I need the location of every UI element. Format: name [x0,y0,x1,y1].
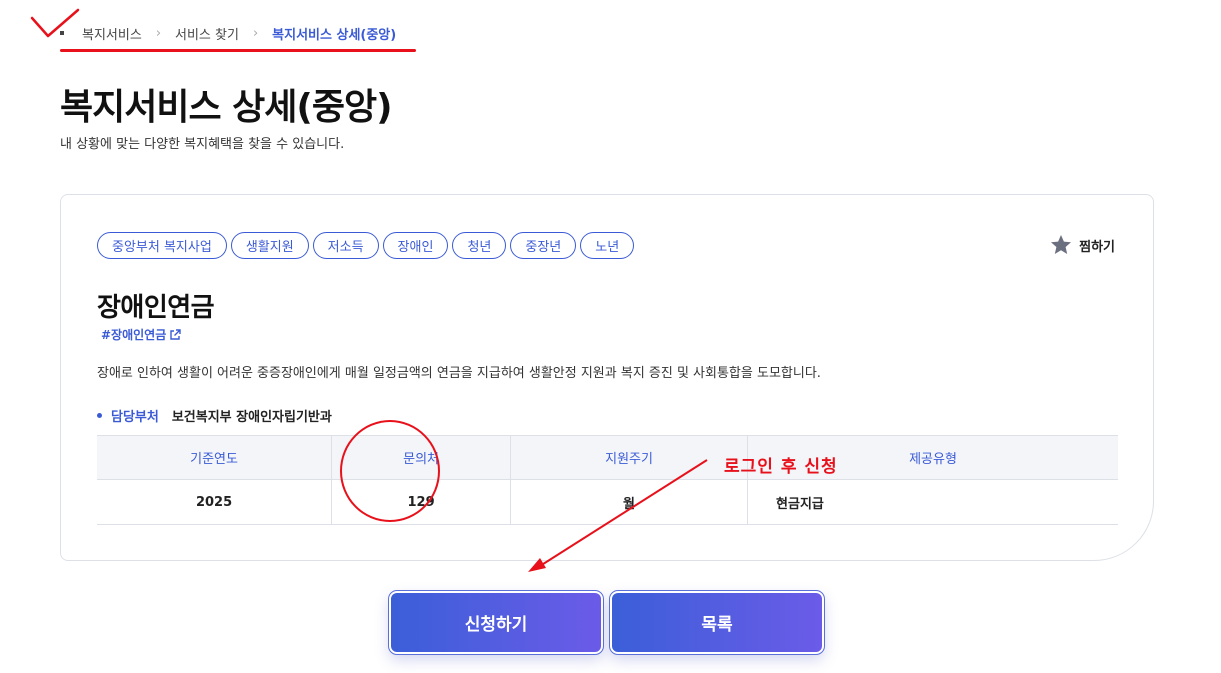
tag-youth[interactable]: 청년 [452,232,507,259]
list-button[interactable]: 목록 [609,590,825,655]
annotation-text: 로그인 후 신청 [724,457,838,477]
service-title: 장애인연금 [97,293,215,323]
breadcrumb-underline-annotation [60,49,416,52]
breadcrumb-item-welfare[interactable]: 복지서비스 [82,24,142,43]
tag-disabled[interactable]: 장애인 [382,232,449,259]
contact-circle-annotation [340,420,440,522]
table-header-row: 기준연도 문의처 지원주기 제공유형 [97,435,1118,480]
table-cell-type: 현금지급 [747,479,1118,525]
star-icon [1051,235,1072,254]
apply-button[interactable]: 신청하기 [388,590,604,655]
tag-middle-aged[interactable]: 중장년 [510,232,577,259]
department-label: 담당부처 [111,410,159,425]
breadcrumb-home-dot[interactable] [60,31,64,35]
page-subtitle: 내 상황에 맞는 다양한 복지혜택을 찾을 수 있습니다. [60,137,345,152]
department-info: 담당부처 보건복지부 장애인자립기반과 [97,406,332,425]
bookmark-label: 찜하기 [1079,239,1115,255]
breadcrumb: 복지서비스 › 서비스 찾기 › 복지서비스 상세(중앙) [60,22,396,44]
table-header-year: 기준연도 [97,435,332,480]
tag-central-ministry[interactable]: 중앙부처 복지사업 [97,232,227,259]
tag-senior[interactable]: 노년 [580,232,635,259]
table-row: 2025 129 월 현금지급 [97,479,1118,525]
hashtag-link[interactable]: #장애인연금 [101,326,181,343]
department-value: 보건복지부 장애인자립기반과 [171,410,332,425]
page-title: 복지서비스 상세(중앙) [60,87,393,128]
table-header-cycle: 지원주기 [510,435,748,480]
hashtag-text: #장애인연금 [101,328,167,342]
bookmark-button[interactable]: 찜하기 [1049,233,1115,257]
info-table: 기준연도 문의처 지원주기 제공유형 2025 129 월 현금지급 [97,435,1118,525]
service-description: 장애로 인하여 생활이 어려운 중증장애인에게 매월 일정금액의 연금을 지급하… [97,366,821,381]
tag-living-support[interactable]: 생활지원 [230,232,309,259]
table-cell-cycle: 월 [510,479,748,525]
chevron-right-icon: › [155,25,162,41]
table-cell-year: 2025 [97,479,332,525]
external-link-icon [170,328,181,340]
tag-low-income[interactable]: 저소득 [312,232,379,259]
service-card: 중앙부처 복지사업 생활지원 저소득 장애인 청년 중장년 노년 찜하기 장애인… [60,194,1154,561]
tag-list: 중앙부처 복지사업 생활지원 저소득 장애인 청년 중장년 노년 [97,232,635,259]
bullet-icon [97,413,102,418]
breadcrumb-item-search[interactable]: 서비스 찾기 [175,24,239,43]
breadcrumb-item-current: 복지서비스 상세(중앙) [272,27,397,43]
chevron-right-icon: › [252,25,259,41]
